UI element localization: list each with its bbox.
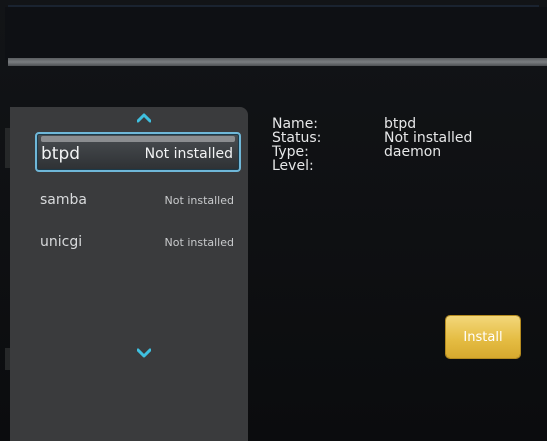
selection-highlight <box>41 136 235 142</box>
package-status: Not installed <box>144 146 233 162</box>
name-value: btpd <box>384 116 417 132</box>
chevron-up-icon[interactable] <box>137 113 151 123</box>
level-label: Level: <box>272 158 314 174</box>
package-item-btpd[interactable]: btpd Not installed <box>35 132 241 172</box>
package-status: Not installed <box>164 194 234 207</box>
type-label: Type: <box>272 144 309 160</box>
package-item-samba[interactable]: samba Not installed <box>40 190 234 214</box>
package-name: unicgi <box>40 234 83 250</box>
chevron-down-icon[interactable] <box>137 348 151 358</box>
name-label: Name: <box>272 116 319 132</box>
header-bar <box>5 7 547 60</box>
status-label: Status: <box>272 130 322 146</box>
package-manager-screen: btpd Not installed samba Not installed u… <box>0 0 547 441</box>
header-divider <box>8 58 547 66</box>
type-value: daemon <box>384 144 442 160</box>
status-value: Not installed <box>384 130 473 146</box>
package-status: Not installed <box>164 236 234 249</box>
install-button-label: Install <box>463 329 503 345</box>
package-name: samba <box>40 192 87 208</box>
package-item-unicgi[interactable]: unicgi Not installed <box>40 232 234 256</box>
package-name: btpd <box>41 144 81 164</box>
install-button[interactable]: Install <box>446 316 520 358</box>
